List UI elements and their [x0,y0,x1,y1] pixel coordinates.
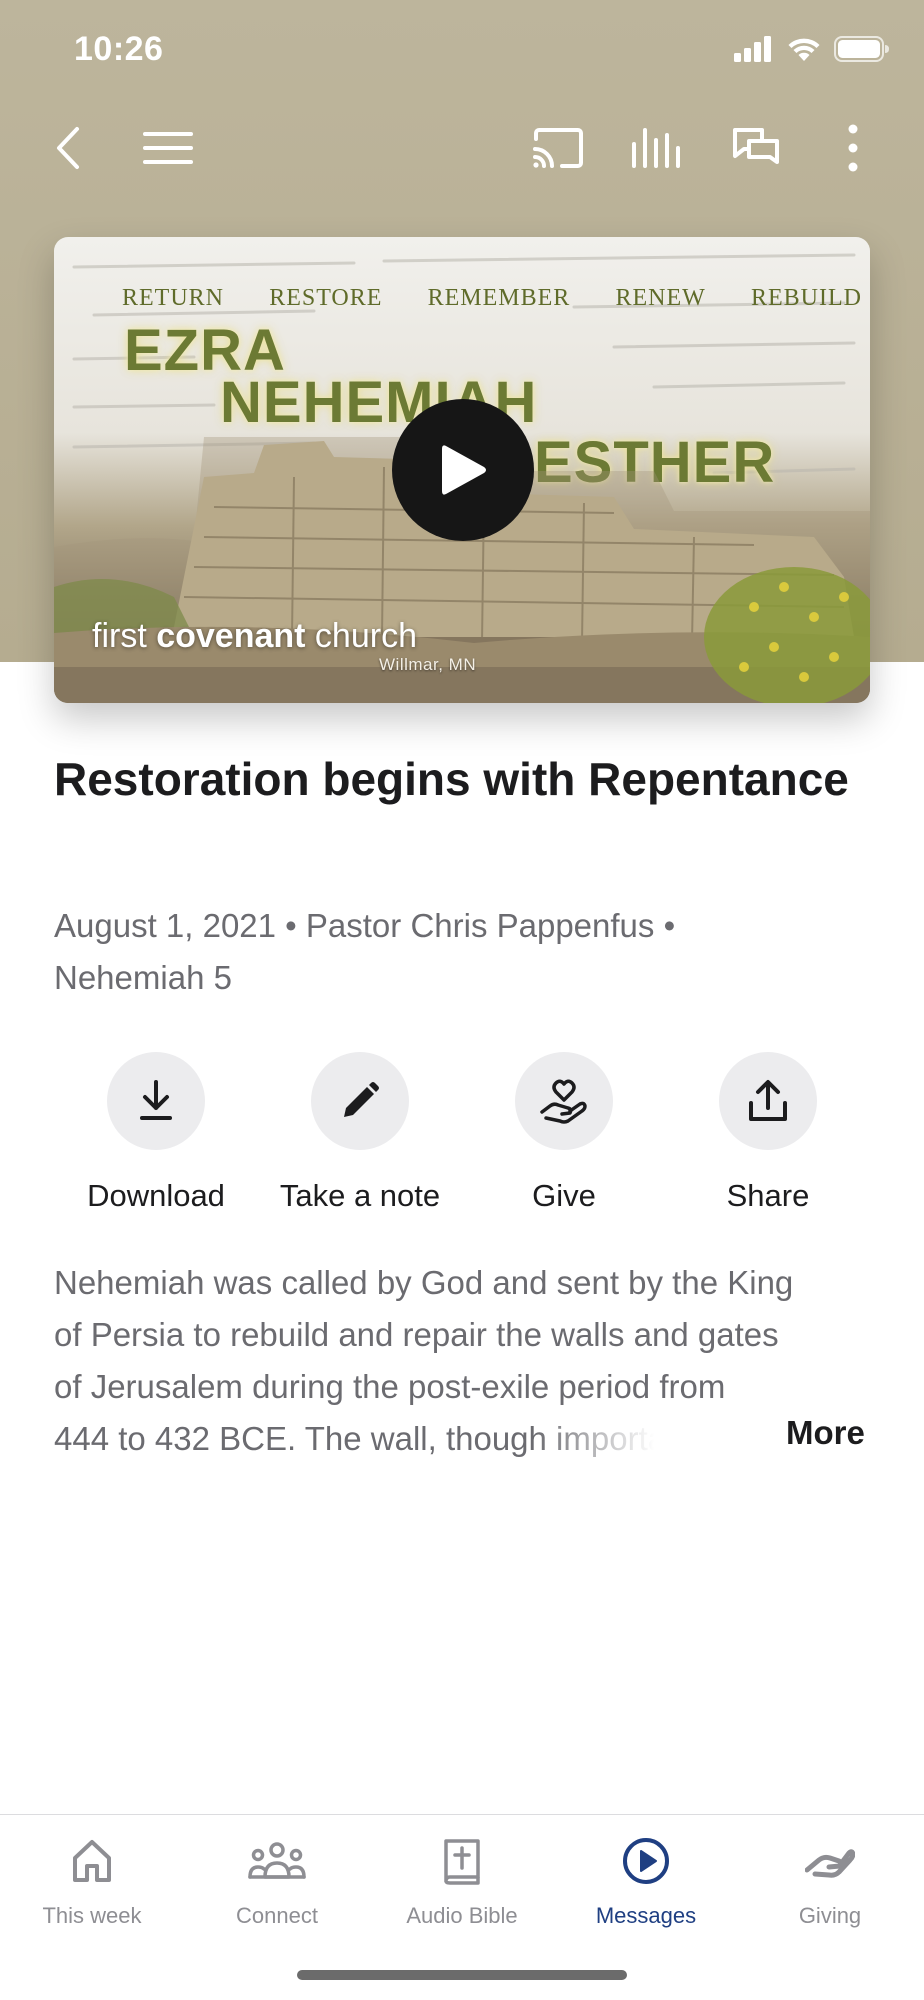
tab-label: Giving [798,1903,862,1928]
theme-word: REMEMBER [427,285,571,311]
top-navigation-bar [0,110,924,186]
take-note-circle [311,1052,409,1150]
message-actions: Download Take a note Give Share [54,1052,870,1222]
cellular-signal-icon [734,36,771,62]
download-circle [107,1052,205,1150]
theme-word: REBUILD [751,285,862,311]
tab-label: Connect [236,1903,318,1928]
brand-text: first [92,617,157,655]
theme-word: RENEW [615,285,706,311]
share-label: Share [726,1178,810,1213]
home-icon [73,1840,111,1882]
theme-word: RETURN [122,285,224,311]
tab-audio-bible[interactable]: Audio Bible [370,1833,554,1929]
tab-icon-wrapper [248,1833,306,1889]
share-circle [719,1052,817,1150]
people-group-icon [248,1842,306,1879]
battery-icon [834,36,889,62]
play-icon [442,445,486,495]
chat-bubbles-icon [733,128,779,164]
cast-icon [533,128,583,168]
message-description: Nehemiah was called by God and sent by t… [54,1257,884,1465]
menu-button[interactable] [130,110,206,186]
description-line: Nehemiah was called by God and sent by t… [54,1264,794,1301]
tab-icon-wrapper [71,1833,113,1889]
tab-label: Messages [595,1903,697,1928]
message-scripture-reference: Nehemiah 5 [54,959,232,996]
chat-button[interactable] [718,110,794,186]
brand-text-bold: covenant [156,617,306,655]
audio-button[interactable] [619,110,695,186]
back-button[interactable] [30,110,106,186]
tab-label: This week [42,1903,142,1928]
brand-text: church [305,617,417,655]
chevron-left-icon [57,127,79,169]
bible-icon [444,1839,480,1885]
sermon-series-themes: RETURN RESTORE REMEMBER RENEW REBUILD [122,285,862,312]
message-date-speaker: August 1, 2021 • Pastor Chris Pappenfus … [54,907,676,944]
play-circle-icon [623,1838,669,1884]
tab-this-week[interactable]: This week [0,1833,184,1929]
status-time: 10:26 [74,30,164,68]
church-location: Willmar, MN [379,655,477,674]
message-meta: August 1, 2021 • Pastor Chris Pappenfus … [54,900,874,1004]
give-label: Give [532,1178,596,1213]
share-icon [749,1080,787,1121]
description-line-truncated: 444 to 432 BCE. The wall, though importa… [54,1413,654,1465]
tab-messages[interactable]: Messages [554,1833,738,1929]
tab-icon-wrapper [442,1833,482,1889]
status-icons [734,36,890,62]
theme-word: RESTORE [269,285,383,311]
description-line: of Jerusalem during the post-exile perio… [54,1368,726,1405]
tab-label: Audio Bible [406,1903,518,1928]
description-fade [534,1413,654,1465]
play-button[interactable] [392,399,534,541]
more-options-button[interactable] [815,110,891,186]
vertical-dots-icon [848,124,858,172]
tab-icon-wrapper [805,1833,855,1889]
give-button[interactable]: Give [462,1052,666,1214]
sermon-video-thumbnail[interactable]: RETURN RESTORE REMEMBER RENEW REBUILD EZ… [54,237,870,703]
more-link[interactable]: More [786,1414,865,1452]
home-indicator[interactable] [297,1970,627,1980]
status-bar: 10:26 [0,0,924,100]
tab-connect[interactable]: Connect [185,1833,369,1929]
share-button[interactable]: Share [666,1052,870,1214]
take-note-button[interactable]: Take a note [258,1052,462,1214]
description-line: of Persia to rebuild and repair the wall… [54,1316,779,1353]
give-heart-hand-icon [540,1079,587,1124]
hamburger-menu-icon [143,132,193,164]
tab-giving[interactable]: Giving [738,1833,922,1929]
giving-hand-icon [805,1849,855,1878]
audio-bars-icon [632,128,680,168]
take-note-label: Take a note [279,1178,441,1213]
give-circle [515,1052,613,1150]
tab-icon-wrapper [621,1833,671,1889]
download-label: Download [87,1178,225,1213]
cast-button[interactable] [520,110,596,186]
wifi-icon [788,38,820,61]
download-icon [140,1080,172,1120]
church-brand: first covenant church [92,617,417,656]
message-title: Restoration begins with Repentance [54,753,849,805]
download-button[interactable]: Download [54,1052,258,1214]
pencil-icon [344,1082,379,1117]
